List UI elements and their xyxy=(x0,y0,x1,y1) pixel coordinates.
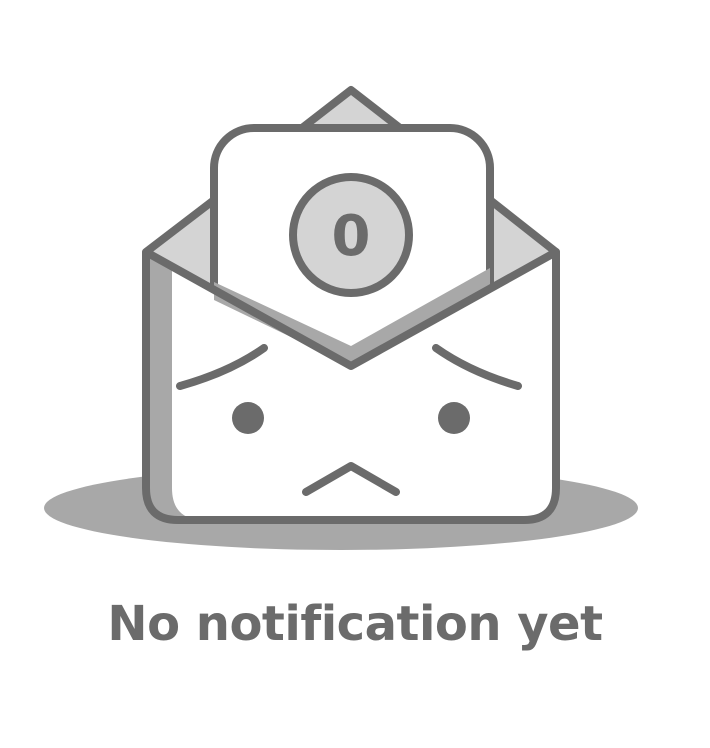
right-eye xyxy=(438,402,470,434)
empty-state-message: No notification yet xyxy=(107,596,603,652)
left-eye xyxy=(232,402,264,434)
empty-notifications-state: 0 No notification yet xyxy=(0,0,710,748)
sad-open-envelope-icon: 0 xyxy=(44,86,638,550)
count-badge-value: 0 xyxy=(332,204,371,269)
envelope-back-flap xyxy=(298,86,404,132)
